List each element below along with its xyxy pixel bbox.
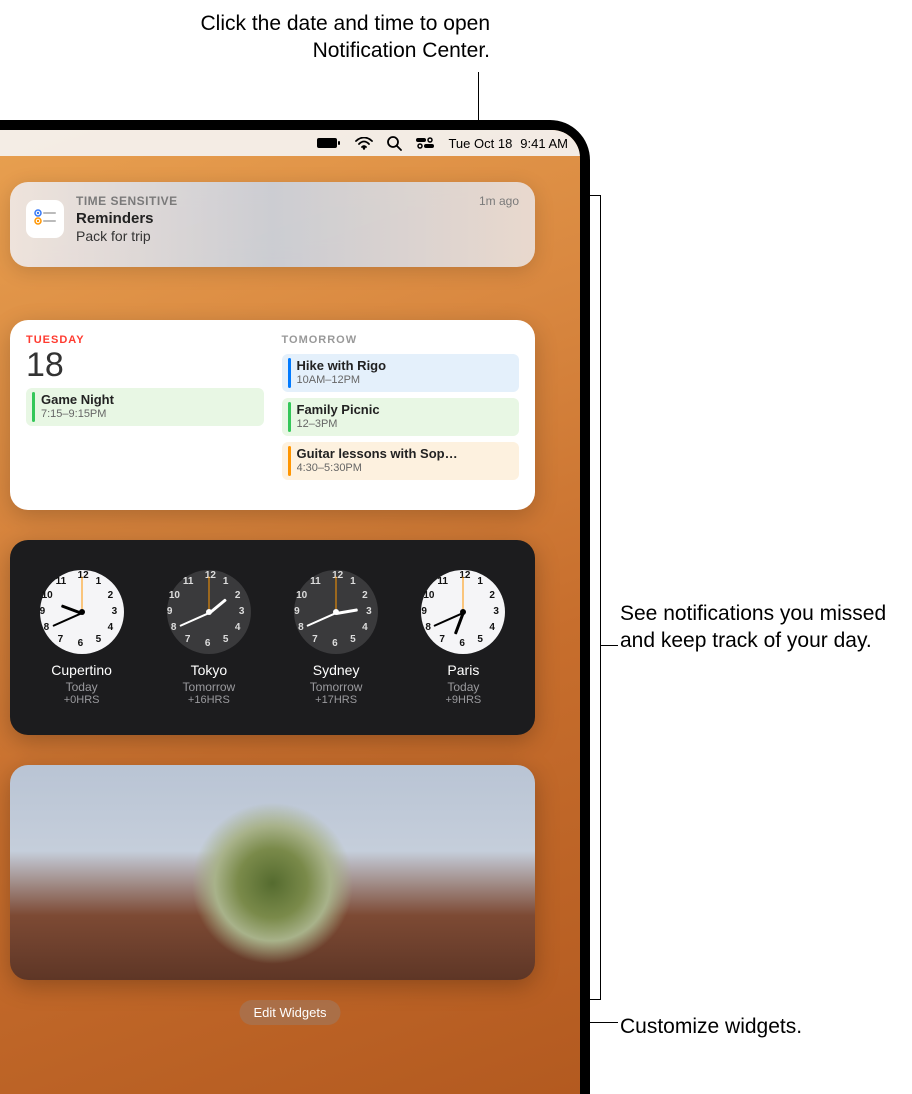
- clock-item: 121234567891011 Paris Today+9HRS: [421, 570, 505, 706]
- notification-message: Pack for trip: [76, 228, 467, 244]
- laptop-frame: Tue Oct 18 9:41 AM TIME SENSITIVE Remind…: [0, 120, 590, 1094]
- clock-item: 121234567891011 Tokyo Tomorrow+16HRS: [167, 570, 251, 706]
- calendar-event[interactable]: Game Night7:15–9:15PM: [26, 388, 264, 426]
- calendar-event[interactable]: Guitar lessons with Sop…4:30–5:30PM: [282, 442, 520, 480]
- clock-face: 121234567891011: [421, 570, 505, 654]
- calendar-event-time: 12–3PM: [297, 418, 380, 432]
- callout-notifications: See notifications you missed and keep tr…: [620, 600, 900, 655]
- clock-day: Tomorrow: [167, 680, 251, 694]
- leader-line: [590, 999, 600, 1000]
- clock-offset: +17HRS: [294, 694, 378, 706]
- calendar-widget[interactable]: TUESDAY 18 Game Night7:15–9:15PM TOMORRO…: [10, 320, 535, 510]
- clock-face: 121234567891011: [167, 570, 251, 654]
- calendar-day-name: TUESDAY: [26, 334, 264, 346]
- clock-city: Tokyo: [167, 662, 251, 678]
- clock-item: 121234567891011 Sydney Tomorrow+17HRS: [294, 570, 378, 706]
- notification-app-name: Reminders: [76, 210, 467, 227]
- leader-line: [600, 645, 618, 646]
- leader-line: [600, 195, 601, 1000]
- clock-day: Tomorrow: [294, 680, 378, 694]
- clock-offset: +0HRS: [40, 694, 124, 706]
- clock-offset: +9HRS: [421, 694, 505, 706]
- clock-day: Today: [421, 680, 505, 694]
- menubar-time: 9:41 AM: [520, 136, 568, 151]
- notification-time: 1m ago: [479, 194, 519, 255]
- calendar-event[interactable]: Family Picnic12–3PM: [282, 398, 520, 436]
- clock-day: Today: [40, 680, 124, 694]
- leader-line: [600, 1022, 618, 1023]
- reminders-app-icon: [26, 200, 64, 238]
- callout-datetime: Click the date and time to open Notifica…: [130, 10, 490, 65]
- clock-item: 121234567891011 Cupertino Today+0HRS: [40, 570, 124, 706]
- calendar-event-time: 4:30–5:30PM: [297, 462, 458, 476]
- clock-city: Cupertino: [40, 662, 124, 678]
- spotlight-icon[interactable]: [387, 136, 402, 151]
- callout-customize: Customize widgets.: [620, 1013, 900, 1040]
- clock-face: 121234567891011: [294, 570, 378, 654]
- calendar-tomorrow-label: TOMORROW: [282, 334, 520, 346]
- calendar-event-time: 10AM–12PM: [297, 374, 387, 388]
- calendar-day-number: 18: [26, 348, 264, 382]
- clock-face: 121234567891011: [40, 570, 124, 654]
- calendar-event-time: 7:15–9:15PM: [41, 408, 114, 422]
- calendar-event-title: Game Night: [41, 392, 114, 408]
- menu-bar: Tue Oct 18 9:41 AM: [0, 130, 580, 156]
- edit-widgets-button[interactable]: Edit Widgets: [240, 1000, 341, 1025]
- desktop-screen: Tue Oct 18 9:41 AM TIME SENSITIVE Remind…: [0, 130, 580, 1094]
- menubar-date: Tue Oct 18: [448, 136, 512, 151]
- control-center-icon[interactable]: [416, 137, 434, 149]
- world-clock-widget[interactable]: 121234567891011CupertinoToday+0HRS121234…: [10, 540, 535, 735]
- notification-card[interactable]: TIME SENSITIVE Reminders Pack for trip 1…: [10, 182, 535, 267]
- wifi-icon[interactable]: [355, 137, 373, 150]
- clock-city: Sydney: [294, 662, 378, 678]
- leader-line: [590, 195, 600, 196]
- calendar-event[interactable]: Hike with Rigo10AM–12PM: [282, 354, 520, 392]
- calendar-event-title: Guitar lessons with Sop…: [297, 446, 458, 462]
- menubar-datetime[interactable]: Tue Oct 18 9:41 AM: [448, 136, 568, 151]
- battery-icon[interactable]: [317, 137, 341, 149]
- clock-city: Paris: [421, 662, 505, 678]
- notification-tag: TIME SENSITIVE: [76, 194, 467, 208]
- calendar-event-title: Hike with Rigo: [297, 358, 387, 374]
- clock-offset: +16HRS: [167, 694, 251, 706]
- calendar-event-title: Family Picnic: [297, 402, 380, 418]
- photos-widget[interactable]: [10, 765, 535, 980]
